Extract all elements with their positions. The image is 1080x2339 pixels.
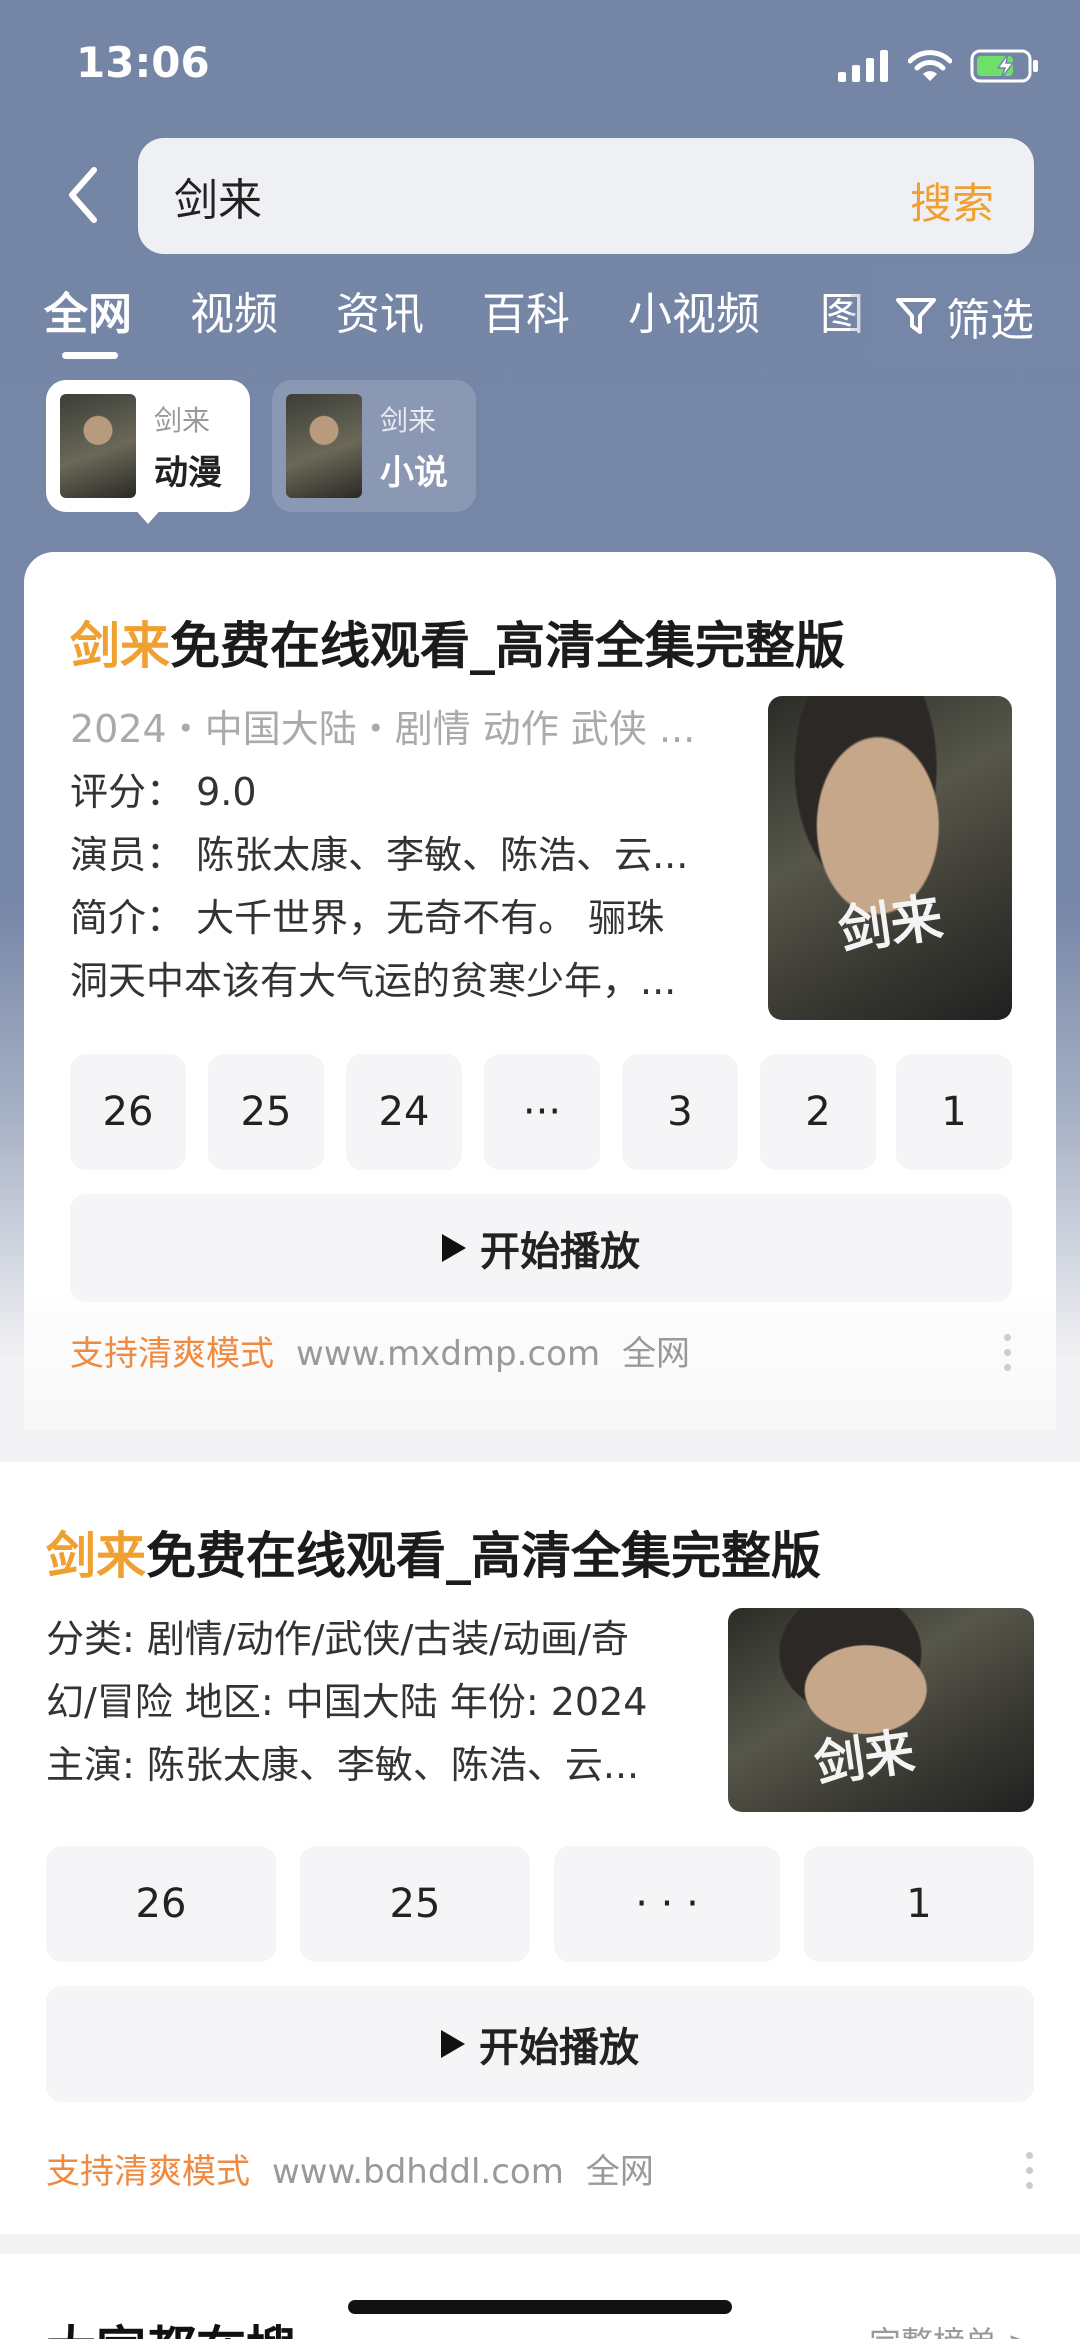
episode-button[interactable]: 2 [760,1054,876,1170]
play-label: 开始播放 [479,2025,639,2071]
filter-icon [896,298,936,334]
pill-thumbnail [286,394,362,498]
result-title[interactable]: 剑来免费在线观看_高清全集完整版 [70,606,845,678]
episode-button[interactable]: 26 [46,1846,276,1962]
play-label: 开始播放 [480,1229,640,1275]
filter-button[interactable]: 筛选 [850,266,1080,366]
filter-label: 筛选 [946,295,1034,346]
start-play-button[interactable]: 开始播放 [46,1986,1034,2102]
section-heading: 大家都在搜 [46,2310,296,2339]
result-region-year: 幻/冒险 地区: 中国大陆 年份: 2024 [46,1680,648,1724]
active-tab-indicator [62,352,118,359]
full-list-link[interactable]: 完整榜单 > [869,2318,1034,2339]
pill-anime[interactable]: 剑来 动漫 [46,380,250,512]
result-cast: 演员： 陈张太康、李敏、陈浩、云... [70,833,689,877]
result-intro-cont: 洞天中本该有大气运的贫寒少年，... [70,959,677,1003]
episode-button[interactable]: 1 [804,1846,1034,1962]
source-url: www.bdhddl.com [272,2152,564,2192]
pill-main: 小说 [380,452,448,493]
title-highlight: 剑来 [46,1527,146,1585]
battery-charging-icon [970,49,1038,83]
episode-button[interactable]: 25 [300,1846,530,1962]
pill-sub: 剑来 [380,403,437,437]
more-options-icon[interactable] [1004,1334,1012,1371]
episode-button[interactable]: 25 [208,1054,324,1170]
source-scope: 全网 [585,2152,654,2192]
result-rating: 评分： 9.0 [70,770,257,814]
result-poster[interactable]: 剑来 [768,696,1012,1020]
source-url: www.mxdmp.com [296,1334,601,1374]
play-icon [441,2030,465,2058]
search-input[interactable]: 剑来 搜索 [138,138,1034,254]
tab-news[interactable]: 资讯 [336,278,424,342]
play-icon [442,1234,466,1262]
trending-section: 大家都在搜 完整榜单 > [0,2254,1080,2339]
episode-more-button[interactable]: ··· [484,1054,600,1170]
tab-wiki[interactable]: 百科 [482,278,570,342]
result-cast: 主演: 陈张太康、李敏、陈浩、云... [46,1743,640,1787]
tab-all[interactable]: 全网 [44,278,132,342]
poster-title-art: 剑来 [810,1721,919,1794]
source-scope: 全网 [622,1334,691,1374]
episode-button[interactable]: 1 [896,1054,1012,1170]
pill-thumbnail [60,394,136,498]
clean-mode-tag: 支持清爽模式 [46,2152,250,2192]
pill-main: 动漫 [154,452,222,493]
tab-short-video[interactable]: 小视频 [628,278,760,342]
episode-button[interactable]: 3 [622,1054,738,1170]
tab-video[interactable]: 视频 [190,278,278,342]
result-card-1: 剑来免费在线观看_高清全集完整版 2024・中国大陆・剧情 动作 武侠 ... … [24,552,1056,1430]
wifi-icon [908,50,952,81]
back-icon[interactable] [58,160,108,230]
result-category: 分类: 剧情/动作/武侠/古装/动画/奇 [46,1617,629,1661]
result-source[interactable]: 支持清爽模式 www.mxdmp.com 全网 [70,1326,690,1375]
result-card-2: 剑来免费在线观看_高清全集完整版 分类: 剧情/动作/武侠/古装/动画/奇 幻/… [0,1462,1080,2234]
start-play-button[interactable]: 开始播放 [70,1194,1012,1302]
pill-pointer [132,506,164,524]
status-icons [838,48,1040,84]
more-options-icon[interactable] [1026,2152,1034,2189]
result-poster[interactable]: 剑来 [728,1608,1034,1812]
clean-mode-tag: 支持清爽模式 [70,1334,274,1374]
home-indicator[interactable] [348,2300,732,2314]
result-source[interactable]: 支持清爽模式 www.bdhddl.com 全网 [46,2144,654,2193]
status-bar: 13:06 [0,0,1080,130]
result-meta: 2024・中国大陆・剧情 动作 武侠 ... [70,707,696,751]
status-time: 13:06 [76,38,210,87]
result-intro: 简介： 大千世界，无奇不有。 骊珠 [70,896,665,940]
signal-icon [838,50,888,82]
title-rest: 免费在线观看_高清全集完整版 [170,617,845,675]
result-title[interactable]: 剑来免费在线观看_高清全集完整版 [46,1516,821,1588]
episode-button[interactable]: 24 [346,1054,462,1170]
search-button[interactable]: 搜索 [910,170,994,231]
title-rest: 免费在线观看_高清全集完整版 [146,1527,821,1585]
pill-sub: 剑来 [154,403,211,437]
title-highlight: 剑来 [70,617,170,675]
episode-more-button[interactable]: · · · [554,1846,780,1962]
poster-title-art: 剑来 [834,887,947,962]
episode-button[interactable]: 26 [70,1054,186,1170]
pill-novel[interactable]: 剑来 小说 [272,380,476,512]
search-query[interactable]: 剑来 [174,164,262,228]
